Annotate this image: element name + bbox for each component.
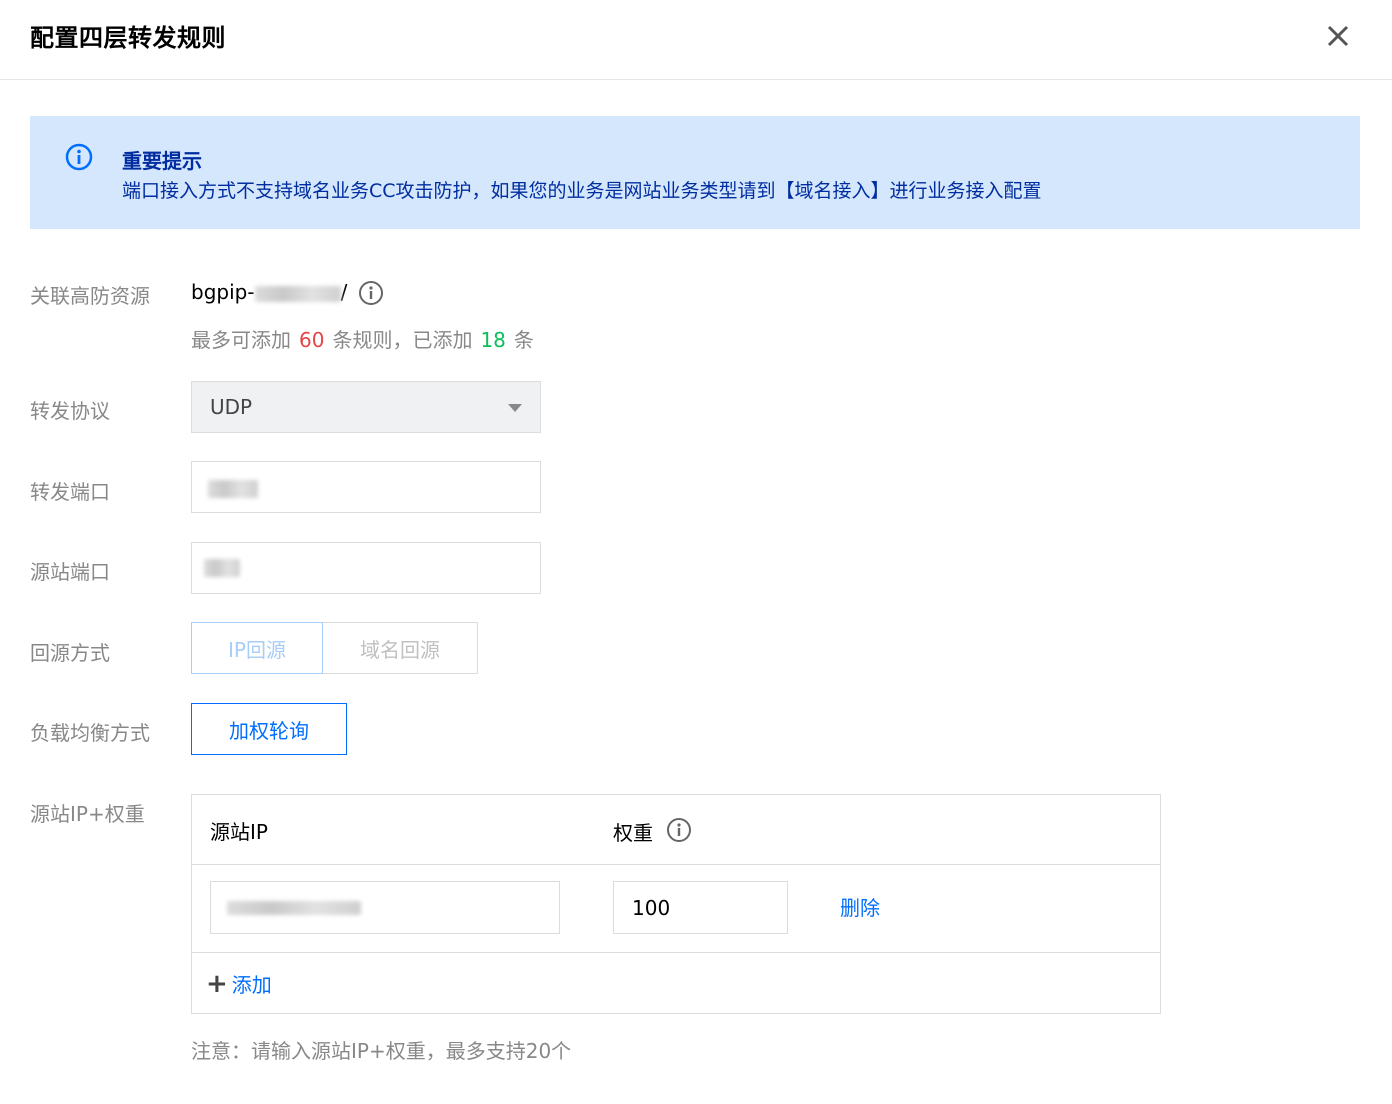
- column-origin-ip: 源站IP: [210, 820, 268, 844]
- weighted-round-robin-button[interactable]: 加权轮询: [191, 703, 347, 755]
- notice-text: 端口接入方式不支持域名业务CC攻击防护，如果您的业务是网站业务类型请到【域名接入…: [122, 180, 1042, 202]
- redacted-origin-port: [204, 559, 240, 577]
- caret-down-icon: [508, 404, 522, 412]
- added-rules: 18: [480, 328, 506, 352]
- hint-after: 条: [513, 328, 534, 352]
- close-icon[interactable]: [1318, 16, 1358, 56]
- hint-middle: 条规则，已添加: [332, 328, 473, 352]
- origin-method-domain-button[interactable]: 域名回源: [323, 622, 478, 674]
- protocol-label: 转发协议: [30, 399, 110, 423]
- weight-info-icon[interactable]: [666, 817, 692, 843]
- weight-input[interactable]: 100: [613, 881, 788, 934]
- origin-ip-input[interactable]: [210, 881, 560, 934]
- forward-port-label: 转发端口: [30, 480, 110, 504]
- origin-method-label: 回源方式: [30, 641, 110, 665]
- dialog-header: 配置四层转发规则: [0, 0, 1392, 80]
- notice-title: 重要提示: [122, 149, 202, 173]
- protocol-selected: UDP: [210, 395, 253, 419]
- plus-icon: +: [206, 968, 228, 999]
- table-row: 100 删除: [192, 864, 1160, 953]
- add-row-label: 添加: [231, 973, 272, 997]
- resource-suffix: /: [340, 280, 348, 304]
- hint-before: 最多可添加: [191, 328, 291, 352]
- redacted-origin-ip: [227, 901, 361, 915]
- redacted-forward-port: [208, 480, 258, 498]
- resource-info-icon[interactable]: [358, 280, 384, 306]
- origin-method-ip-button[interactable]: IP回源: [191, 622, 323, 674]
- weight-value: 100: [632, 896, 671, 920]
- max-rules: 60: [299, 328, 325, 352]
- redacted-resource-id: [254, 285, 341, 302]
- load-balance-label: 负载均衡方式: [30, 721, 150, 745]
- rule-count-hint: 最多可添加 60 条规则，已添加 18 条: [191, 324, 534, 353]
- column-weight: 权重: [613, 821, 653, 845]
- resource-label: 关联高防资源: [30, 284, 150, 308]
- table-header: 源站IP 权重: [192, 795, 1160, 865]
- important-notice: 重要提示 端口接入方式不支持域名业务CC攻击防护，如果您的业务是网站业务类型请到…: [30, 116, 1360, 229]
- delete-row-link[interactable]: 删除: [840, 892, 880, 921]
- resource-value: bgpip- /: [191, 280, 347, 304]
- origin-port-label: 源站端口: [30, 560, 110, 584]
- origin-ip-table: 源站IP 权重 100 删除 + 添加: [191, 794, 1161, 1014]
- note-text: 注意：请输入源站IP+权重，最多支持20个: [191, 1039, 572, 1063]
- origin-ip-weight-label: 源站IP+权重: [30, 802, 145, 826]
- add-row-link[interactable]: + 添加: [206, 969, 272, 998]
- protocol-select[interactable]: UDP: [191, 381, 541, 433]
- info-icon: [65, 143, 93, 171]
- forward-port-input[interactable]: [191, 461, 541, 513]
- dialog-title: 配置四层转发规则: [30, 24, 226, 52]
- origin-port-input[interactable]: [191, 542, 541, 594]
- resource-prefix: bgpip-: [191, 280, 255, 304]
